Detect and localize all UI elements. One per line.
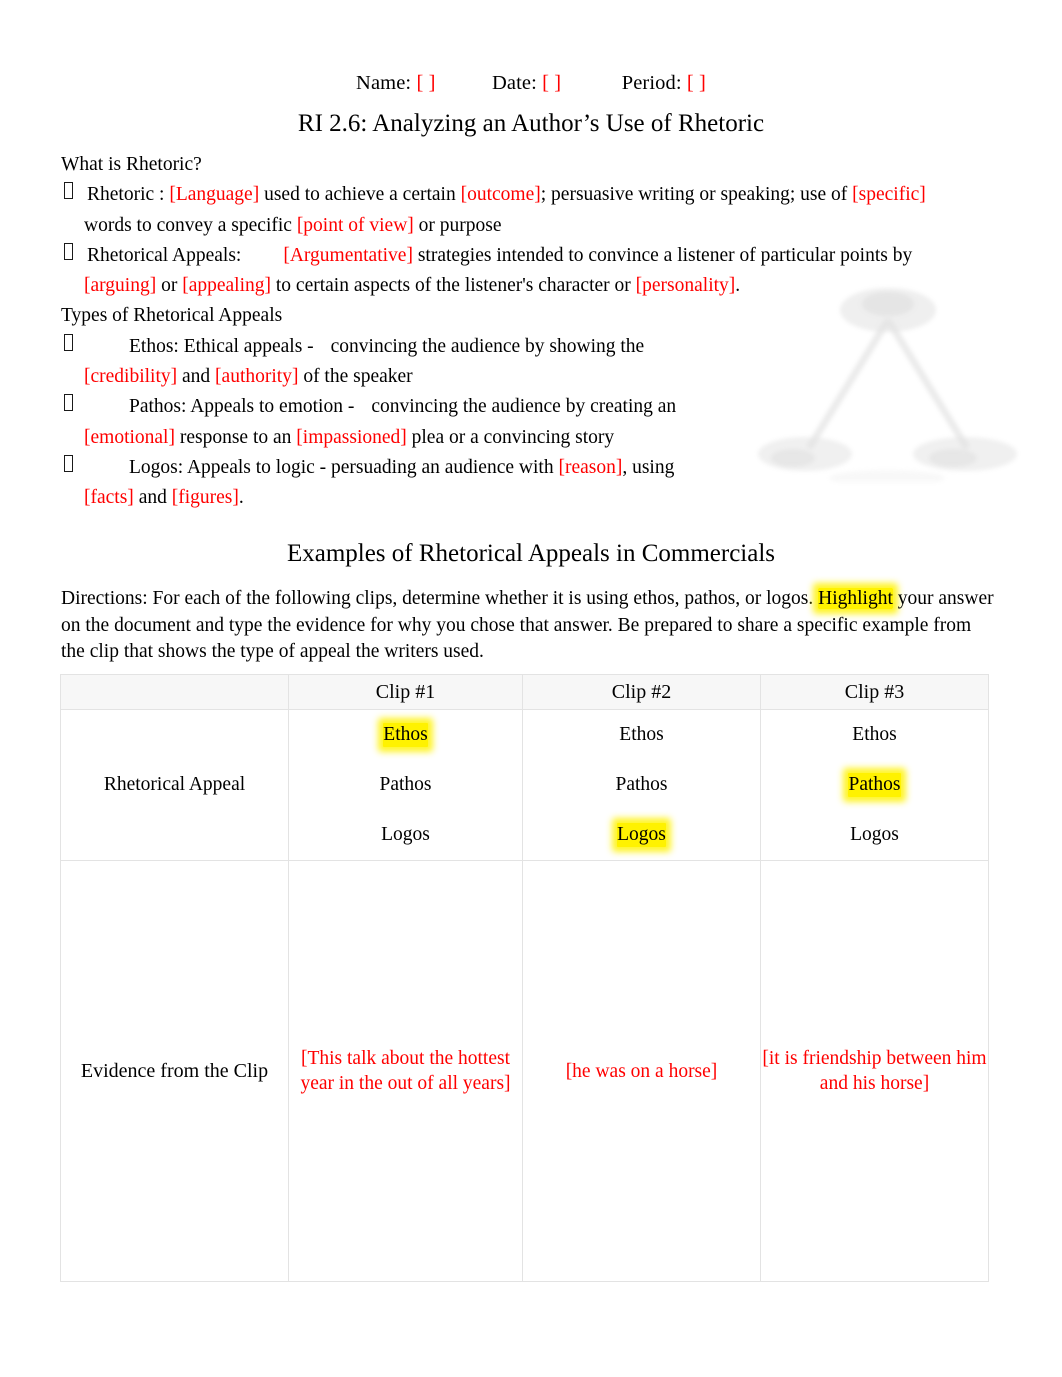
rhetoric-def-blank-3[interactable]: [specific]	[852, 184, 926, 205]
row-label-rhetorical-appeal: Rhetorical Appeal	[60, 709, 289, 861]
document-page: Name: [ ] Date: [ ] Period: [ ] RI 2.6: …	[0, 0, 1062, 1377]
logos-text-4: .	[238, 487, 244, 509]
logos-text-1: Logos: Appeals to logic - persuading an …	[129, 456, 559, 478]
rhetoric-def-text-1: Rhetoric :	[87, 184, 170, 206]
logos-text-3: and	[133, 487, 172, 509]
appeals-def-blank-2[interactable]: [arguing]	[84, 275, 156, 296]
table-row-evidence: Evidence from the Clip [This talk about …	[60, 860, 989, 1282]
pathos-text-1: Pathos: Appeals to emotion -	[129, 396, 355, 418]
rhetoric-def-text-5: or purpose	[413, 214, 502, 236]
clips-worksheet-table: Clip #1 Clip #2 Clip #3 Rhetorical Appea…	[60, 674, 989, 1282]
ethos-blank-1[interactable]: [credibility]	[84, 366, 177, 387]
ethos-text-3: and	[177, 366, 216, 388]
bullet-box-icon	[64, 333, 73, 351]
rhetoric-def-line2: words to convey a specific [point of vie…	[84, 211, 1001, 241]
date-field[interactable]: [ ]	[542, 72, 561, 94]
rhetoric-def-text-2: used to achieve a certain	[259, 184, 461, 206]
row-label-evidence: Evidence from the Clip	[60, 860, 289, 1282]
ethos-blank-2[interactable]: [authority]	[215, 366, 298, 387]
rhetoric-def-blank-4[interactable]: [point of view]	[297, 215, 414, 236]
logos-blank-1[interactable]: [reason]	[558, 457, 622, 478]
pathos-blank-2[interactable]: [impassioned]	[296, 427, 406, 448]
table-header-clip-3: Clip #3	[760, 674, 989, 710]
types-of-appeals-heading: Types of Rhetorical Appeals	[61, 305, 283, 327]
period-field[interactable]: [ ]	[687, 72, 706, 94]
appeals-def-text-4: to certain aspects of the listener's cha…	[271, 275, 636, 297]
option-logos-clip-3[interactable]: Logos	[850, 823, 899, 847]
pathos-blank-1[interactable]: [emotional]	[84, 427, 175, 448]
pathos-text-3: response to an	[174, 426, 297, 448]
table-header-clip-2: Clip #2	[522, 674, 761, 710]
appeals-def-blank-3[interactable]: [appealing]	[182, 275, 271, 296]
logos-blank-3[interactable]: [figures]	[172, 487, 239, 508]
directions-text-1: Directions: For each of the following cl…	[61, 588, 819, 609]
logos-text-2: , using	[622, 456, 675, 478]
name-field[interactable]: [ ]	[416, 72, 435, 94]
bullet-box-icon	[64, 454, 73, 472]
option-logos-clip-1[interactable]: Logos	[381, 823, 430, 847]
bullet-rhetoric-definition: Rhetoric : [Language] used to achieve a …	[61, 180, 1001, 241]
appeals-def-label: Rhetorical Appeals:	[87, 244, 242, 266]
ethos-text-2: convincing the audience by showing the	[330, 335, 645, 357]
table-header-corner	[60, 674, 289, 710]
examples-section-heading: Examples of Rhetorical Appeals in Commer…	[286, 540, 776, 567]
rhetoric-def-text-4: words to convey a specific	[84, 214, 297, 236]
directions-paragraph: Directions: For each of the following cl…	[61, 586, 999, 666]
appeals-def-blank-4[interactable]: [personality]	[636, 275, 736, 296]
appeals-def-text-3: or	[156, 275, 183, 297]
table-row-rhetorical-appeal: Rhetorical Appeal Ethos Pathos Logos Eth…	[60, 709, 989, 861]
option-pathos-clip-3[interactable]: Pathos	[848, 773, 901, 797]
bullet-ethos: Ethos: Ethical appeals - convincing the a…	[61, 332, 1001, 393]
bullet-rhetorical-appeals-definition: Rhetorical Appeals: [Argumentative] strat…	[61, 241, 1001, 302]
ethos-text-1: Ethos: Ethical appeals -	[129, 335, 314, 357]
option-pathos-clip-1[interactable]: Pathos	[379, 773, 431, 797]
student-info-row: Name: [ ] Date: [ ] Period: [ ]	[0, 70, 1062, 96]
appeals-def-text-5: .	[735, 275, 741, 297]
bullet-box-icon	[64, 242, 73, 260]
table-header-row: Clip #1 Clip #2 Clip #3	[60, 674, 989, 710]
lesson-notes-block: What is Rhetoric? Rhetoric : [Language] …	[61, 150, 1001, 514]
option-ethos-clip-1[interactable]: Ethos	[383, 723, 428, 747]
appeals-def-line2: [arguing] or [appealing] to certain aspe…	[84, 271, 1001, 301]
period-label: Period:	[621, 72, 682, 94]
evidence-clip-1[interactable]: [This talk about the hottest year in the…	[288, 860, 523, 1282]
rhetoric-def-blank-1[interactable]: [Language]	[169, 184, 259, 205]
ethos-line2: [credibility] and [authority] of the spe…	[84, 362, 1001, 392]
option-pathos-clip-2[interactable]: Pathos	[615, 773, 667, 797]
option-ethos-clip-3[interactable]: Ethos	[852, 723, 896, 747]
evidence-clip-2[interactable]: [he was on a horse]	[522, 860, 761, 1282]
highlight-word: Highlight	[818, 588, 893, 609]
bullet-pathos: Pathos: Appeals to emotion - convincing t…	[61, 392, 1001, 453]
appeals-def-text-2: strategies intended to convince a listen…	[412, 244, 913, 266]
name-label: Name:	[356, 72, 412, 94]
appeal-options-clip-3: Ethos Pathos Logos	[760, 709, 989, 861]
appeal-options-clip-1: Ethos Pathos Logos	[288, 709, 523, 861]
rhetoric-def-text-3: ; persuasive writing or speaking; use of	[540, 184, 853, 206]
rhetoric-def-blank-2[interactable]: [outcome]	[461, 184, 541, 205]
logos-blank-2[interactable]: [facts]	[84, 487, 134, 508]
ethos-text-4: of the speaker	[298, 366, 413, 388]
what-is-rhetoric-heading: What is Rhetoric?	[61, 154, 202, 175]
table-header-clip-1: Clip #1	[288, 674, 523, 710]
logos-line2: [facts] and [figures].	[84, 483, 1001, 513]
bullet-box-icon	[64, 394, 73, 412]
appeal-options-clip-2: Ethos Pathos Logos	[522, 709, 761, 861]
evidence-clip-3[interactable]: [it is friendship between him and his ho…	[760, 860, 989, 1282]
pathos-text-4: plea or a convincing story	[406, 426, 615, 448]
option-logos-clip-2[interactable]: Logos	[617, 823, 666, 847]
appeals-def-blank-1[interactable]: [Argumentative]	[283, 245, 413, 266]
pathos-text-2: convincing the audience by creating an	[371, 396, 677, 418]
option-ethos-clip-2[interactable]: Ethos	[619, 723, 663, 747]
bullet-box-icon	[64, 182, 73, 200]
page-title: RI 2.6: Analyzing an Author’s Use of Rhe…	[297, 110, 765, 137]
bullet-logos: Logos: Appeals to logic - persuading an …	[61, 453, 1001, 514]
pathos-line2: [emotional] response to an [impassioned]…	[84, 423, 1001, 453]
date-label: Date:	[492, 72, 537, 94]
